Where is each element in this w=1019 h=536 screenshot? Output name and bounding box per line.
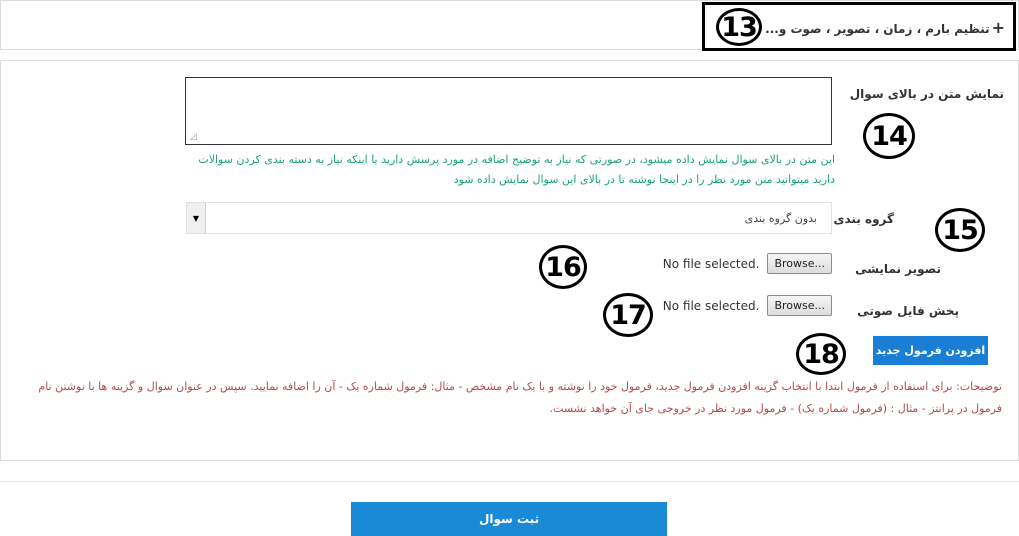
text-above-label: نمایش متن در بالای سوال — [849, 87, 1004, 101]
grouping-label: گروه بندی — [833, 212, 895, 226]
image-file-input[interactable]: No file selected. Browse... — [663, 253, 832, 274]
text-above-textarea[interactable]: ◿ — [185, 77, 832, 145]
audio-file-input[interactable]: No file selected. Browse... — [663, 295, 832, 316]
text-above-help: این متن در بالای سوال نمایش داده میشود، … — [198, 153, 835, 186]
audio-file-status: No file selected. — [662, 298, 760, 313]
audio-label: پخش فایل صوتی — [857, 304, 959, 318]
add-formula-button[interactable]: افزودن فرمول جدید — [873, 336, 988, 365]
image-file-status: No file selected. — [662, 256, 760, 271]
settings-title: تنظیم بارم ، زمان ، تصویر ، صوت و... — [765, 22, 990, 36]
formula-note: توضیحات: برای استفاده از فرمول ابتدا با … — [38, 380, 1002, 415]
grouping-selected-value: بدون گروه بندی — [744, 212, 817, 225]
plus-icon: + — [991, 18, 1005, 37]
divider — [0, 481, 1019, 482]
annotation-badge-14: 14 — [863, 113, 915, 159]
audio-browse-button[interactable]: Browse... — [767, 295, 832, 316]
annotation-badge-18: 18 — [796, 333, 846, 375]
submit-question-button[interactable]: ثبت سوال — [351, 502, 667, 536]
dropdown-arrow-icon[interactable]: ▼ — [187, 203, 206, 233]
annotation-badge-16: 16 — [539, 245, 587, 289]
settings-toggle[interactable]: +تنظیم بارم ، زمان ، تصویر ، صوت و... — [765, 18, 1005, 37]
image-browse-button[interactable]: Browse... — [767, 253, 832, 274]
resize-handle-icon[interactable]: ◿ — [190, 132, 197, 142]
annotation-badge-15: 15 — [935, 208, 985, 252]
annotation-badge-13: 13 — [716, 8, 762, 46]
image-label: تصویر نمایشی — [855, 262, 941, 276]
annotation-badge-17: 17 — [603, 293, 653, 337]
grouping-select[interactable]: ▼ بدون گروه بندی — [186, 202, 832, 234]
